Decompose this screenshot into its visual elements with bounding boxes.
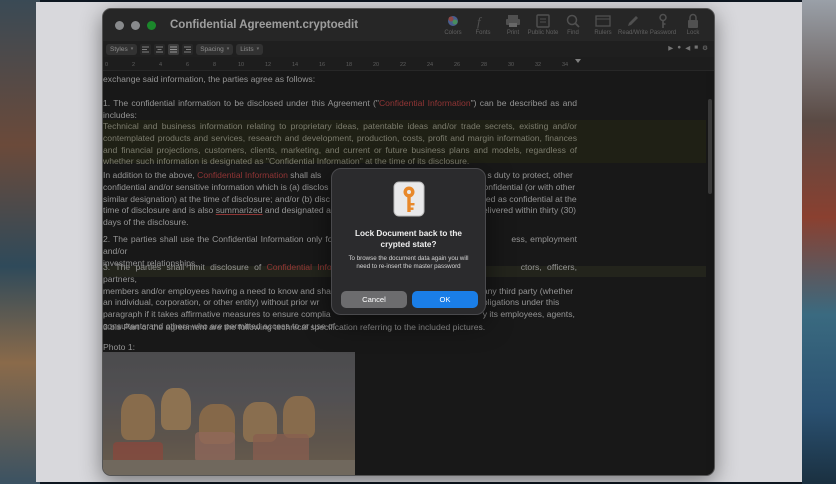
- desktop-wallpaper-right: [802, 0, 836, 484]
- ok-button[interactable]: OK: [412, 291, 478, 308]
- dialog-title: Lock Document back to the crypted state?: [355, 229, 462, 249]
- desktop-wallpaper-left: [0, 0, 40, 484]
- lock-dialog: Lock Document back to the crypted state?…: [331, 168, 486, 315]
- dialog-message: To browse the document data again you wi…: [348, 255, 469, 271]
- cancel-button[interactable]: Cancel: [341, 291, 407, 308]
- app-key-icon: [393, 181, 425, 217]
